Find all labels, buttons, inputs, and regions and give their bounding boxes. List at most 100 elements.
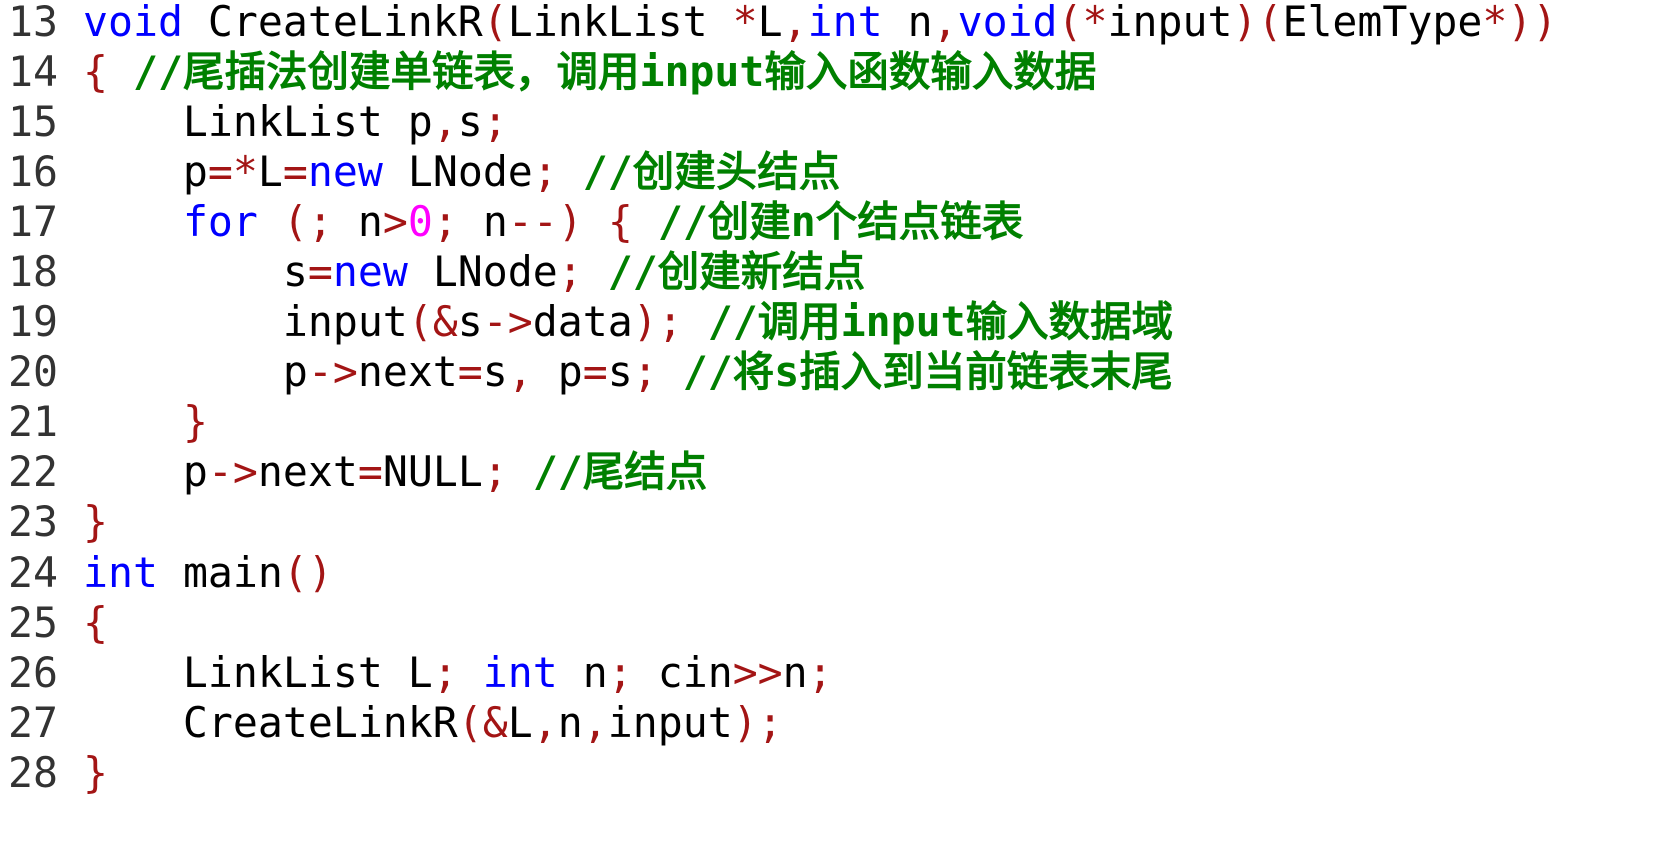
punctuation-token: ); [632,297,683,347]
line-number: 16 [8,147,58,197]
number-token: 0 [407,197,433,247]
punctuation-token: -> [207,447,258,497]
code-line[interactable]: 24 int main() [8,548,1557,598]
code-line[interactable]: 18 s=new LNode; //创建新结点 [8,247,1557,297]
keyword-token: new [332,247,408,297]
comment-token: //创建n个结点链表 [657,197,1024,247]
keyword-token: void [957,0,1058,46]
punctuation-token: (& [407,297,458,347]
code-line[interactable]: 23 } [8,497,1557,547]
punctuation-token: , [532,697,558,747]
code-token: ElemType [1282,0,1483,46]
code-line[interactable]: 20 p->next=s, p=s; //将s插入到当前链表末尾 [8,347,1557,397]
code-token: main [157,547,283,597]
code-line[interactable]: 25 { [8,598,1557,648]
line-number: 14 [8,47,58,97]
keyword-token: new [307,147,383,197]
code-token: p [82,147,208,197]
punctuation-token: -> [482,297,533,347]
punctuation-token: } [82,747,108,797]
punctuation-token: ; [557,247,583,297]
punctuation-token: ; [482,97,508,147]
punctuation-token: ; [807,647,833,697]
punctuation-token: =* [207,147,258,197]
code-token: n [557,697,583,747]
code-token: input [607,697,733,747]
punctuation-token: = [582,347,608,397]
line-number: 27 [8,697,58,747]
punctuation-token: ( [482,0,508,46]
code-line[interactable]: 22 p->next=NULL; //尾结点 [8,447,1557,497]
code-token: p [82,347,308,397]
line-number: 24 [8,547,58,597]
punctuation-token: ; [482,447,508,497]
punctuation-token: )( [1232,0,1283,46]
punctuation-token: , [432,97,458,147]
code-token: n [882,0,933,46]
punctuation-token: () [282,547,333,597]
code-line[interactable]: 17 for (; n>0; n--) { //创建n个结点链表 [8,197,1557,247]
line-number: 21 [8,397,58,447]
code-token: L [757,0,783,46]
code-line[interactable]: 27 CreateLinkR(&L,n,input); [8,698,1557,748]
code-line[interactable]: 21 } [8,397,1557,447]
code-token: next [257,447,358,497]
punctuation-token: , [582,697,608,747]
code-token: LinkList [507,0,733,46]
punctuation-token: { [82,47,108,97]
punctuation-token: (; [282,197,333,247]
code-line[interactable]: 16 p=*L=new LNode; //创建头结点 [8,147,1557,197]
code-token: LNode [407,247,558,297]
punctuation-token: = [357,447,383,497]
keyword-token: int [807,0,883,46]
punctuation-token: ; [532,147,558,197]
line-number: 18 [8,247,58,297]
punctuation-token: , [782,0,808,46]
punctuation-token: ; [432,647,458,697]
code-token: L [257,147,283,197]
punctuation-token: > [382,197,408,247]
code-token: p [532,347,583,397]
line-number: 23 [8,497,58,547]
code-token: CreateLinkR [82,697,458,747]
code-token: p [82,447,208,497]
punctuation-token: ; [632,347,658,397]
line-number: 22 [8,447,58,497]
code-editor[interactable]: 13 void CreateLinkR(LinkList *L,int n,vo… [8,0,1557,798]
line-number: 26 [8,647,58,697]
code-line[interactable]: 19 input(&s->data); //调用input输入数据域 [8,297,1557,347]
code-line[interactable]: 14 { //尾插法创建单链表，调用input输入函数输入数据 [8,47,1557,97]
code-token: next [357,347,458,397]
code-token: n [782,647,808,697]
punctuation-token: { [82,597,108,647]
punctuation-token: ; [607,647,633,697]
code-token: LinkList L [82,647,433,697]
code-token: LNode [382,147,533,197]
keyword-token: int [482,647,558,697]
comment-token: //创建新结点 [607,247,866,297]
code-token: s [457,97,483,147]
punctuation-token: (& [457,697,508,747]
code-line[interactable]: 15 LinkList p,s; [8,97,1557,147]
keyword-token: int [82,547,158,597]
keyword-token: for [182,197,258,247]
code-line[interactable]: 28 } [8,748,1557,798]
code-line[interactable]: 26 LinkList L; int n; cin>>n; [8,648,1557,698]
line-number: 17 [8,197,58,247]
punctuation-token: >> [732,647,783,697]
punctuation-token: = [282,147,308,197]
code-token: s [457,297,483,347]
code-token: CreateLinkR [182,0,483,46]
punctuation-token: ); [732,697,783,747]
punctuation-token: --) [507,197,583,247]
code-token: NULL [382,447,483,497]
code-line[interactable]: 13 void CreateLinkR(LinkList *L,int n,vo… [8,0,1557,47]
